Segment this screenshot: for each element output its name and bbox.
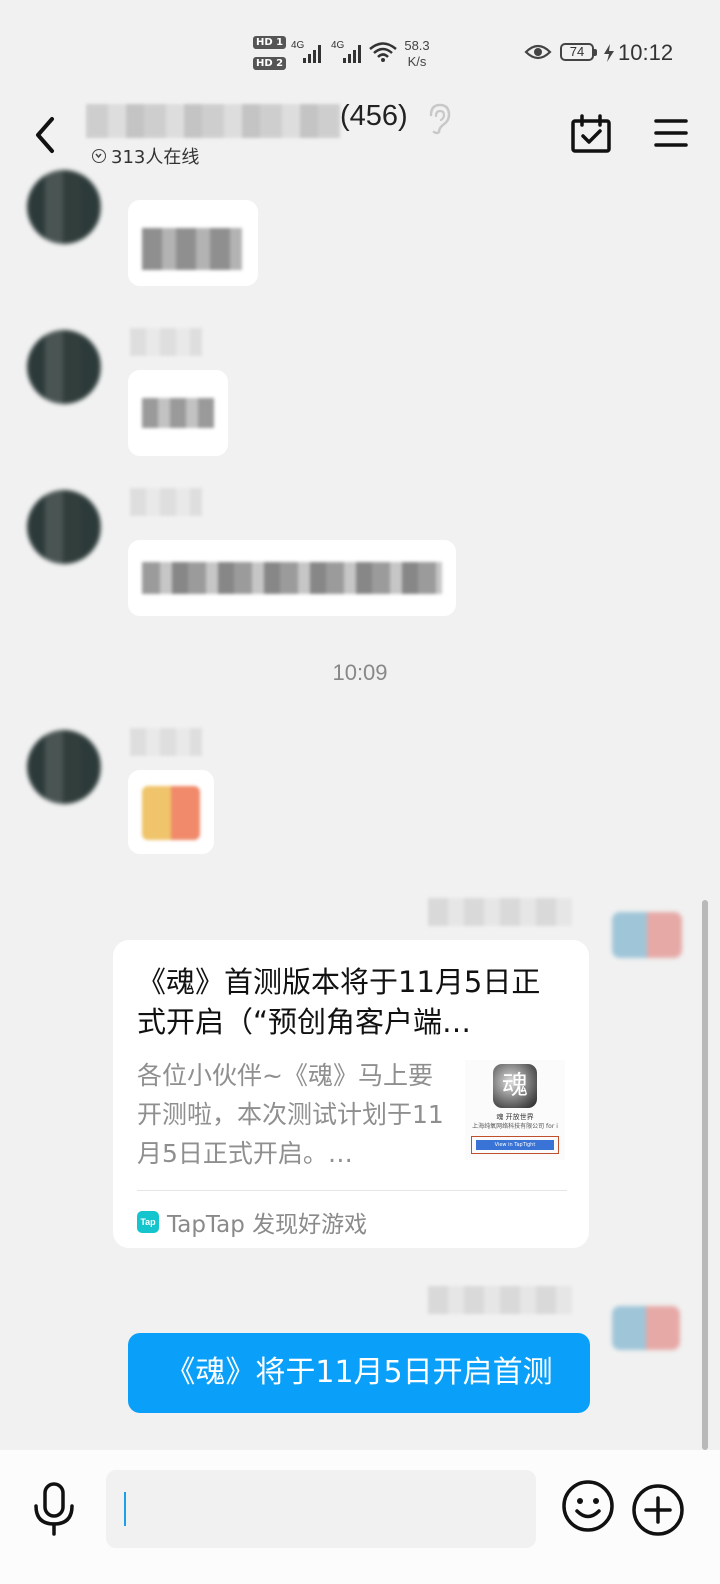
obscured-sender-name bbox=[130, 488, 202, 516]
network-speed-unit: K/s bbox=[407, 54, 427, 69]
hd1-badge: HD 1 bbox=[253, 36, 287, 49]
my-avatar[interactable] bbox=[612, 1306, 680, 1350]
signal-1-icon bbox=[303, 43, 321, 63]
eye-icon bbox=[524, 44, 552, 60]
link-card-source: Tap TapTap 发现好游戏 bbox=[137, 1205, 367, 1239]
card-divider bbox=[137, 1190, 567, 1191]
thumbnail-button: View in TapTight bbox=[471, 1136, 559, 1154]
message-input[interactable] bbox=[106, 1470, 536, 1548]
obscured-sender-name bbox=[428, 898, 572, 926]
message-timestamp: 10:09 bbox=[332, 660, 388, 685]
network-speed: 58.3 K/s bbox=[398, 38, 436, 70]
obscured-text bbox=[142, 228, 242, 270]
group-name-obscured bbox=[86, 104, 340, 138]
avatar[interactable] bbox=[27, 170, 101, 244]
online-status[interactable]: 313人在线 bbox=[92, 143, 199, 169]
obscured-sender-name bbox=[130, 328, 202, 356]
link-card-title: 《魂》首测版本将于11月5日正式开启（“预创角客户端… bbox=[137, 965, 541, 1039]
message-bubble[interactable] bbox=[128, 540, 456, 616]
battery-icon: 74 bbox=[560, 43, 597, 61]
link-card-description: 各位小伙伴~《魂》马上要开测啦，本次测试计划于11月5日正式开启。… bbox=[137, 1061, 444, 1168]
link-card-thumbnail: 魂 魂 开放世界 上海纯氧网络科技有限公司 for i View in TapT… bbox=[465, 1060, 565, 1160]
charging-icon bbox=[604, 44, 614, 62]
scrollbar[interactable] bbox=[702, 900, 708, 1450]
status-bar: HD 1 HD 2 4G 4G 58.3 K/s 74 10:12 bbox=[0, 0, 720, 100]
menu-icon[interactable] bbox=[654, 118, 688, 148]
message-bubble[interactable] bbox=[128, 370, 228, 456]
back-arrow-icon[interactable] bbox=[30, 115, 60, 155]
avatar[interactable] bbox=[27, 730, 101, 804]
microphone-icon[interactable] bbox=[32, 1482, 76, 1538]
text-caret bbox=[124, 1492, 126, 1526]
sent-message-bubble[interactable]: 《魂》将于11月5日开启首测 bbox=[128, 1333, 590, 1413]
emoji-icon[interactable] bbox=[560, 1478, 616, 1534]
my-avatar[interactable] bbox=[612, 912, 682, 958]
thumbnail-company: 上海纯氧网络科技有限公司 for i bbox=[472, 1123, 558, 1130]
link-card[interactable]: 《魂》首测版本将于11月5日正式开启（“预创角客户端… 各位小伙伴~《魂》马上要… bbox=[113, 940, 589, 1248]
game-logo-icon: 魂 bbox=[493, 1064, 537, 1108]
chevron-circle-icon bbox=[92, 149, 106, 163]
obscured-text bbox=[142, 562, 442, 594]
obscured-sender-name bbox=[428, 1286, 572, 1314]
ear-icon[interactable] bbox=[425, 103, 453, 135]
sticker-image bbox=[142, 786, 200, 840]
taptap-logo-icon: Tap bbox=[137, 1211, 159, 1233]
avatar[interactable] bbox=[27, 330, 101, 404]
thumbnail-button-label: View in TapTight bbox=[476, 1140, 554, 1150]
online-count: 313人在线 bbox=[111, 147, 200, 168]
status-time: 10:12 bbox=[618, 40, 674, 65]
link-card-source-label: TapTap 发现好游戏 bbox=[167, 1212, 368, 1238]
obscured-sender-name bbox=[130, 728, 202, 756]
input-bar bbox=[0, 1450, 720, 1584]
obscured-text bbox=[142, 398, 214, 428]
signal-2-icon bbox=[343, 43, 361, 63]
calendar-check-icon[interactable] bbox=[570, 114, 612, 154]
plus-icon[interactable] bbox=[630, 1482, 686, 1538]
avatar[interactable] bbox=[27, 490, 101, 564]
message-bubble[interactable] bbox=[128, 200, 258, 286]
sticker-message[interactable] bbox=[128, 770, 214, 854]
group-member-count[interactable]: (456) bbox=[340, 100, 408, 133]
hd2-badge: HD 2 bbox=[253, 57, 287, 70]
wifi-icon bbox=[369, 42, 397, 62]
network-speed-value: 58.3 bbox=[404, 38, 430, 53]
